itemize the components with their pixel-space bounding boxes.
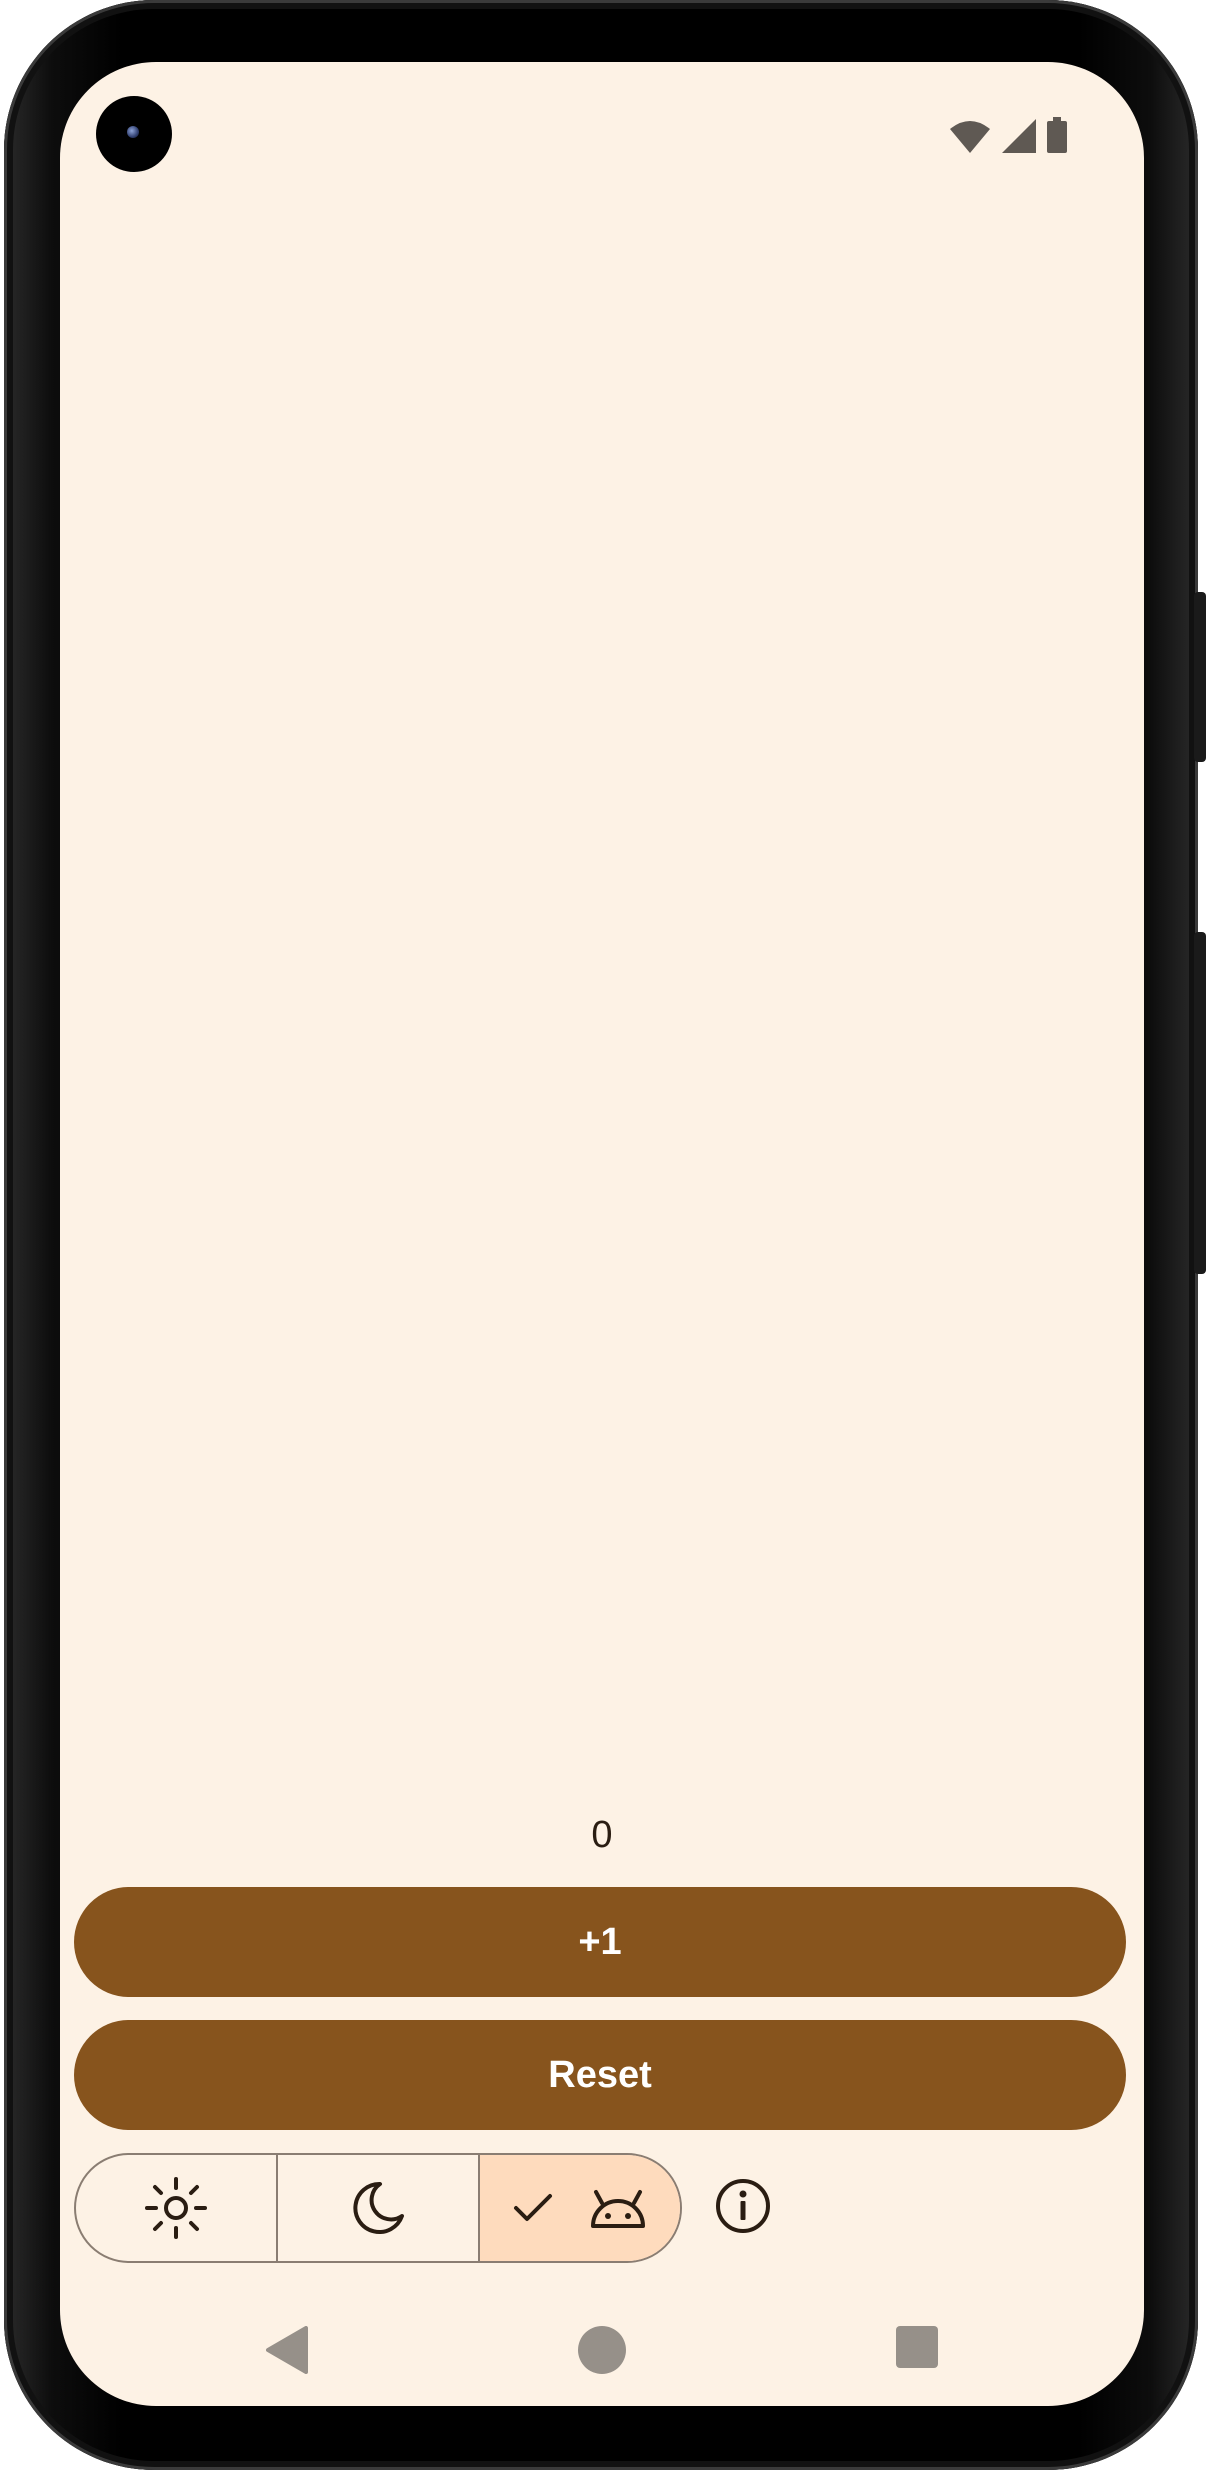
theme-segmented-control: [74, 2153, 682, 2263]
wifi-icon: [950, 121, 990, 153]
recents-icon[interactable]: [896, 2326, 938, 2368]
theme-option-light[interactable]: [76, 2155, 276, 2261]
power-button: [1194, 592, 1206, 762]
screen: 0 +1 Reset: [60, 62, 1144, 2406]
reset-button[interactable]: Reset: [74, 2020, 1126, 2130]
android-icon: [591, 2190, 645, 2228]
theme-option-system[interactable]: [478, 2155, 680, 2261]
cellular-signal-icon: [1002, 119, 1036, 153]
info-icon[interactable]: [714, 2177, 772, 2235]
status-bar-icons: [948, 117, 1068, 153]
navigation-bar: [60, 2314, 1144, 2386]
home-icon[interactable]: [578, 2326, 626, 2374]
check-icon: [514, 2194, 552, 2221]
theme-option-dark[interactable]: [276, 2155, 478, 2261]
moon-icon: [353, 2181, 404, 2234]
back-icon[interactable]: [266, 2326, 308, 2374]
phone-frame: 0 +1 Reset: [4, 0, 1206, 2470]
increment-button[interactable]: +1: [74, 1887, 1126, 1997]
sun-icon: [145, 2177, 207, 2239]
volume-button: [1194, 932, 1206, 1274]
front-camera: [96, 96, 172, 172]
battery-icon: [1047, 117, 1067, 153]
counter-value: 0: [591, 1814, 613, 1856]
